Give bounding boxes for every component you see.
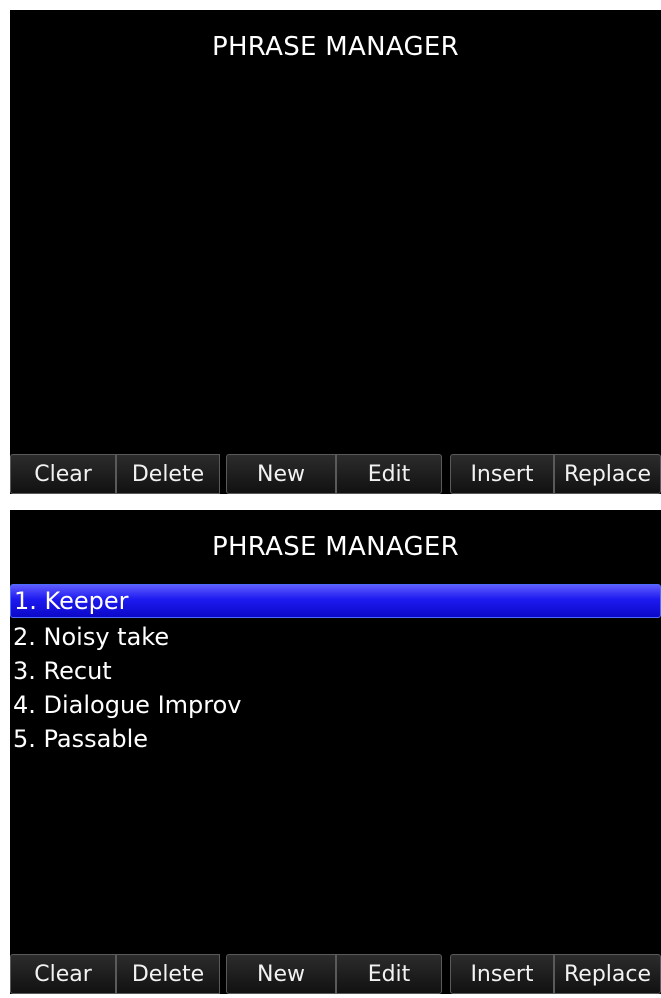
clear-button[interactable]: Clear: [10, 954, 116, 994]
delete-button[interactable]: Delete: [116, 954, 220, 994]
new-button[interactable]: New: [226, 954, 336, 994]
softkey-bar: Clear Delete New Edit Insert Replace: [10, 954, 661, 994]
replace-button[interactable]: Replace: [554, 954, 661, 994]
replace-button[interactable]: Replace: [554, 454, 661, 494]
phrase-manager-screen-empty: PHRASE MANAGER Clear Delete New Edit Ins…: [10, 10, 661, 494]
softkey-bar: Clear Delete New Edit Insert Replace: [10, 454, 661, 494]
phrase-item[interactable]: 3. Recut: [10, 654, 661, 688]
delete-button[interactable]: Delete: [116, 454, 220, 494]
insert-button[interactable]: Insert: [450, 454, 554, 494]
phrase-item[interactable]: 4. Dialogue Improv: [10, 688, 661, 722]
new-button[interactable]: New: [226, 454, 336, 494]
edit-button[interactable]: Edit: [336, 954, 442, 994]
edit-button[interactable]: Edit: [336, 454, 442, 494]
phrase-item-selected[interactable]: 1. Keeper: [10, 584, 661, 618]
phrase-list: 1. Keeper 2. Noisy take 3. Recut 4. Dial…: [10, 584, 661, 756]
phrase-item[interactable]: 5. Passable: [10, 722, 661, 756]
clear-button[interactable]: Clear: [10, 454, 116, 494]
screen-title: PHRASE MANAGER: [211, 32, 460, 62]
phrase-item[interactable]: 2. Noisy take: [10, 620, 661, 654]
phrase-manager-screen-list: PHRASE MANAGER 1. Keeper 2. Noisy take 3…: [10, 510, 661, 994]
screen-title: PHRASE MANAGER: [211, 532, 460, 562]
insert-button[interactable]: Insert: [450, 954, 554, 994]
